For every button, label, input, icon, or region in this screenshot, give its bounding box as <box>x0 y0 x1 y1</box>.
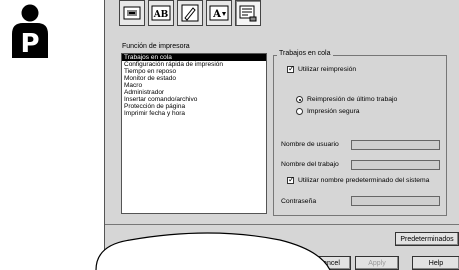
svg-text:A: A <box>212 9 221 20</box>
font-tool[interactable]: AB <box>148 0 174 26</box>
default-name-checkbox[interactable] <box>287 175 295 185</box>
secure-print-label: Impresión segura <box>307 108 360 115</box>
printer-settings-dialog: AB A Función de impresora Trabajos en co… <box>104 0 459 270</box>
printer-settings-icon <box>123 6 141 20</box>
pen-icon <box>181 4 199 22</box>
dialog-divider <box>105 224 459 225</box>
use-reprint-checkbox[interactable] <box>287 64 295 74</box>
apply-button[interactable]: Apply <box>355 256 399 270</box>
last-job-label: Reimpresión de último trabajo <box>307 96 398 103</box>
svg-text:AB: AB <box>153 10 169 20</box>
radio-last-job-row[interactable]: Reimpresión de último trabajo <box>296 96 397 103</box>
job-queue-icon <box>239 5 257 22</box>
function-list-item[interactable]: Monitor de estado <box>122 75 266 82</box>
use-reprint-label: Utilizar reimpresión <box>298 66 357 73</box>
svg-text:P: P <box>20 29 39 58</box>
function-list-item[interactable]: Macro <box>122 82 266 89</box>
function-list-item[interactable]: Insertar comando/archivo <box>122 96 266 103</box>
person-p-icon: P <box>12 4 48 58</box>
jobname-field[interactable] <box>351 160 440 170</box>
job-queue-group <box>273 55 447 216</box>
function-list-label: Función de impresora <box>122 43 190 50</box>
password-field[interactable] <box>351 196 440 206</box>
cancel-button[interactable]: Cancel <box>307 256 351 270</box>
function-list-item[interactable]: Imprimir fecha y hora <box>122 110 266 117</box>
printer-settings-tool[interactable] <box>119 0 145 26</box>
last-job-radio[interactable] <box>296 96 303 103</box>
function-list-item[interactable]: Tiempo en reposo <box>122 68 266 75</box>
password-label: Contraseña <box>281 198 317 205</box>
username-label: Nombre de usuario <box>281 141 339 148</box>
radio-secure-row[interactable]: Impresión segura <box>296 108 360 115</box>
group-title: Trabajos en cola <box>277 50 333 57</box>
function-list-item[interactable]: Trabajos en cola <box>122 54 266 61</box>
default-name-row[interactable]: Utilizar nombre predeterminado del siste… <box>287 175 430 185</box>
username-field[interactable] <box>351 140 440 150</box>
help-button[interactable]: Help <box>412 256 459 270</box>
font-size-tool[interactable]: A <box>206 0 232 26</box>
secure-print-radio[interactable] <box>296 108 303 115</box>
use-reprint-row[interactable]: Utilizar reimpresión <box>287 64 357 74</box>
jobname-label: Nombre del trabajo <box>281 161 339 168</box>
job-queue-tool[interactable] <box>235 0 261 26</box>
font-size-icon: A <box>209 5 229 21</box>
default-name-label: Utilizar nombre predeterminado del siste… <box>298 177 430 184</box>
function-list-item[interactable]: Protección de página <box>122 103 266 110</box>
function-listbox[interactable]: Trabajos en cola Configuración rápida de … <box>121 53 267 214</box>
graphics-tool[interactable] <box>177 0 203 26</box>
ab-text-icon: AB <box>151 5 171 21</box>
defaults-button[interactable]: Predeterminados <box>395 232 459 246</box>
toolbar: AB A <box>119 0 261 31</box>
function-list-item[interactable]: Administrador <box>122 89 266 96</box>
function-list-item[interactable]: Configuración rápida de impresión <box>122 61 266 68</box>
